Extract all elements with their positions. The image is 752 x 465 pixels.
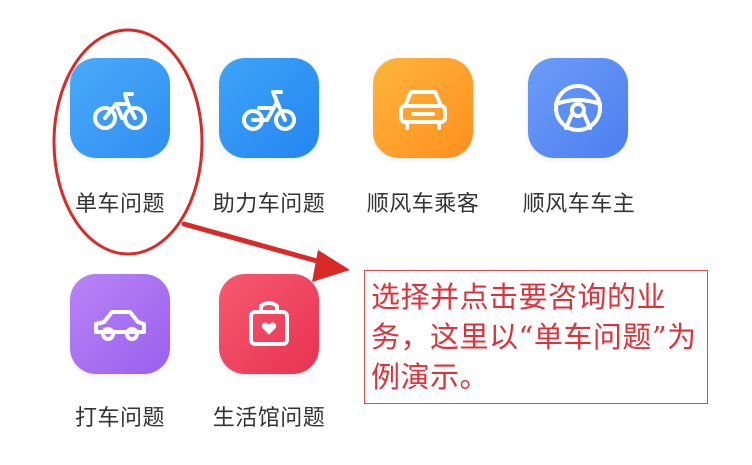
label-carpool-driver: 顺风车车主 bbox=[522, 192, 636, 217]
label-ebike-problem: 助力车问题 bbox=[212, 192, 326, 217]
label-life-store-problem: 生活馆问题 bbox=[212, 406, 326, 431]
carpool-driver-app-tile[interactable] bbox=[528, 58, 628, 158]
ebike-app-tile[interactable] bbox=[219, 58, 319, 158]
label-taxi-problem: 打车问题 bbox=[74, 406, 165, 431]
annotation-text: 选择并点击要咨询的业务，这里以“单车问题”为例演示。 bbox=[371, 280, 697, 394]
bicycle-icon bbox=[93, 92, 147, 130]
life-store-app-tile[interactable] bbox=[219, 274, 319, 374]
shopping-bag-heart-icon bbox=[249, 301, 289, 346]
steering-wheel-icon bbox=[554, 84, 602, 132]
car-front-icon bbox=[399, 90, 447, 130]
bicycle-app-tile[interactable] bbox=[70, 58, 170, 158]
annotation-callout: 选择并点击要咨询的业务，这里以“单车问题”为例演示。 bbox=[364, 270, 708, 404]
ebike-icon bbox=[242, 90, 296, 131]
label-carpool-passenger: 顺风车乘客 bbox=[366, 192, 480, 217]
carpool-passenger-app-tile[interactable] bbox=[373, 58, 473, 158]
annotation-arrow-line bbox=[181, 221, 338, 269]
car-side-icon bbox=[94, 310, 146, 341]
annotation-arrow-head bbox=[312, 250, 350, 282]
label-bicycle-problem: 单车问题 bbox=[74, 192, 165, 217]
taxi-app-tile[interactable] bbox=[70, 274, 170, 374]
